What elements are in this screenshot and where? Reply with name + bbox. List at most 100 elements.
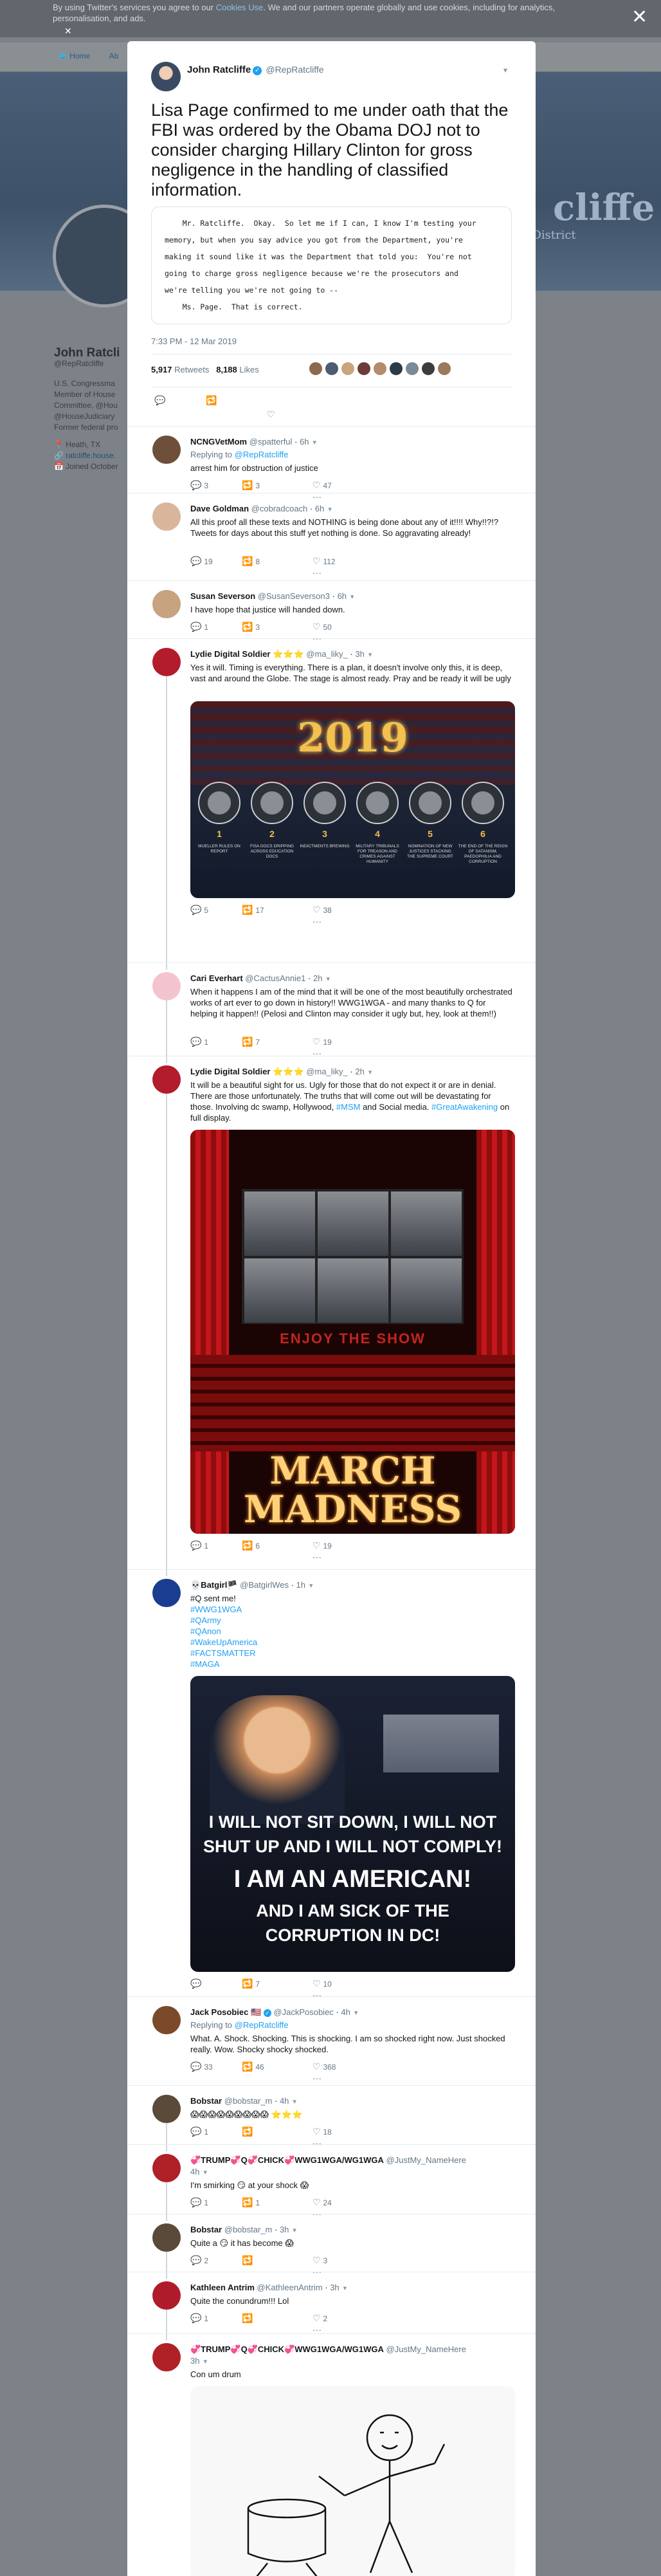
retweet-icon[interactable]: 🔁	[242, 556, 253, 566]
reply-icon[interactable]: 💬	[190, 2313, 201, 2323]
retweet-action[interactable]: 🔁 8	[242, 556, 260, 567]
reply-action[interactable]: 💬 1	[190, 2313, 208, 2324]
chevron-down-icon[interactable]: ▾	[503, 66, 507, 75]
reply-action[interactable]: 💬 1	[190, 2197, 208, 2208]
like-action[interactable]: ♡ 38	[312, 905, 332, 915]
reply-avatar[interactable]	[152, 1065, 181, 1094]
reply-icon[interactable]: 💬	[190, 556, 201, 566]
retweet-action[interactable]: 🔁	[242, 2313, 253, 2324]
reply-author-handle[interactable]: @cobradcoach	[251, 504, 308, 513]
retweet-action[interactable]: 🔁 17	[242, 905, 264, 915]
reply-author-handle[interactable]: @ma_liky_	[306, 1067, 348, 1076]
reply-author-handle[interactable]: @BatgirlWes	[240, 1580, 289, 1590]
like-icon[interactable]: ♡	[312, 1540, 321, 1550]
hashtag-link[interactable]: #WWG1WGA	[190, 1604, 515, 1615]
hashtag-link[interactable]: #GreatAwakening	[431, 1102, 498, 1112]
retweet-action[interactable]: 🔁 7	[242, 1978, 260, 1989]
reply-time[interactable]: 4h	[341, 2007, 350, 2017]
reply-author-handle[interactable]: @JackPosobiec	[273, 2007, 333, 2017]
reply-avatar[interactable]	[152, 2095, 181, 2123]
reply-icon[interactable]: 💬	[190, 1540, 201, 1550]
reply-time[interactable]: 6h	[338, 591, 347, 601]
reply-item[interactable]: Dave Goldman @cobradcoach · 6h ▾ All this …	[127, 493, 536, 580]
reply-item[interactable]: Bobstar @bobstar_m · 3h ▾ Quite a 😏 it has…	[127, 2214, 536, 2279]
like-action[interactable]: ♡ 19	[312, 1036, 332, 1047]
reply-avatar[interactable]	[152, 1579, 181, 1607]
like-icon[interactable]: ♡	[312, 905, 321, 915]
replying-to-handle[interactable]: @RepRatcliffe	[235, 450, 289, 459]
like-action[interactable]: ♡ 112	[312, 556, 336, 567]
reply-item[interactable]: Cari Everhart @CactusAnnie1 · 2h ▾ When it…	[127, 962, 536, 1063]
like-action[interactable]: ♡ 3	[312, 2255, 327, 2266]
reply-item[interactable]: 💞TRUMP💞Q💞CHICK💞WWG1WGA/WG1WGA @JustMy_Na…	[127, 2333, 536, 2576]
chevron-down-icon[interactable]: ▾	[328, 506, 332, 513]
reply-action[interactable]: 💬 5	[190, 905, 208, 915]
reply-time[interactable]: 2h	[355, 1067, 364, 1076]
reply-time[interactable]: 6h	[300, 437, 309, 446]
like-action[interactable]: ♡ 19	[312, 1540, 332, 1551]
tweet-image[interactable]: 2019 1 MUELLER RULES ON REPORT 2 FISA DOCS D…	[190, 701, 515, 898]
reply-icon[interactable]: 💬	[190, 480, 201, 490]
liker-avatar[interactable]	[374, 362, 386, 375]
chevron-down-icon[interactable]: ▾	[203, 2169, 207, 2176]
retweet-action[interactable]: 🔁 6	[242, 1540, 260, 1551]
liker-avatar[interactable]	[309, 362, 322, 375]
reply-item[interactable]: 💀Batgirl🏴 @BatgirlWes · 1h ▾ #Q sent me! #W…	[127, 1569, 536, 2000]
reply-icon[interactable]: 💬	[190, 2197, 201, 2207]
chevron-down-icon[interactable]: ▾	[350, 593, 354, 601]
reply-author-handle[interactable]: @KathleenAntrim	[257, 2283, 323, 2292]
hashtag-link[interactable]: #QAnon	[190, 1626, 515, 1637]
retweet-icon[interactable]: 🔁	[242, 2255, 253, 2265]
like-icon[interactable]: ♡	[267, 409, 275, 420]
modal-close-icon[interactable]: ✕	[631, 8, 647, 27]
reply-action[interactable]: 💬 3	[190, 480, 208, 491]
reply-avatar[interactable]	[152, 2343, 181, 2371]
retweet-icon[interactable]: 🔁	[242, 2126, 253, 2137]
reply-author-handle[interactable]: @ma_liky_	[306, 649, 348, 659]
retweet-icon[interactable]: 🔁	[242, 1036, 253, 1047]
author-name-line[interactable]: John Ratcliffe ✓ @RepRatcliffe	[187, 64, 324, 75]
retweet-icon[interactable]: 🔁	[206, 395, 217, 406]
chevron-down-icon[interactable]: ▾	[203, 2358, 207, 2366]
reply-icon[interactable]: 💬	[190, 2255, 201, 2265]
liker-avatar[interactable]	[325, 362, 338, 375]
liker-avatar[interactable]	[438, 362, 451, 375]
reply-author-name[interactable]: 💀Batgirl🏴	[190, 1580, 238, 1590]
reply-icon[interactable]: 💬	[190, 2061, 201, 2072]
reply-author-name[interactable]: Bobstar	[190, 2225, 222, 2234]
reply-item[interactable]: Susan Severson @SusanSeverson3 · 6h ▾ I ha…	[127, 580, 536, 643]
hashtag-link[interactable]: #MAGA	[190, 1659, 515, 1670]
retweet-action[interactable]: 🔁	[242, 2255, 253, 2266]
chevron-down-icon[interactable]: ▾	[354, 2009, 358, 2017]
like-icon[interactable]: ♡	[312, 556, 321, 566]
reply-author-name[interactable]: NCNGVetMom	[190, 437, 247, 446]
more-icon[interactable]: ···	[312, 2073, 321, 2083]
retweet-action[interactable]: 🔁 3	[242, 621, 260, 632]
more-icon[interactable]: ···	[312, 567, 321, 578]
reply-avatar[interactable]	[152, 590, 181, 618]
reply-time[interactable]: 1h	[296, 1580, 305, 1590]
reply-time[interactable]: 6h	[315, 504, 324, 513]
hashtag-link[interactable]: #MSM	[336, 1102, 361, 1112]
like-action[interactable]: ♡ 24	[312, 2197, 332, 2208]
liker-avatar[interactable]	[422, 362, 435, 375]
hashtag-link[interactable]: #QArmy	[190, 1615, 515, 1626]
retweet-icon[interactable]: 🔁	[242, 1978, 253, 1989]
reply-action[interactable]: 💬 1	[190, 1540, 208, 1551]
reply-item[interactable]: 💞TRUMP💞Q💞CHICK💞WWG1WGA/WG1WGA @JustMy_Na…	[127, 2144, 536, 2221]
reply-author-name[interactable]: 💞TRUMP💞Q💞CHICK💞WWG1WGA/WG1WGA	[190, 2155, 384, 2165]
reply-author-name[interactable]: 💞TRUMP💞Q💞CHICK💞WWG1WGA/WG1WGA	[190, 2344, 384, 2354]
like-action[interactable]: ♡ 10	[312, 1978, 332, 1989]
reply-author-handle[interactable]: @JustMy_NameHere	[386, 2155, 466, 2165]
cookie-link[interactable]: Cookies Use	[216, 3, 264, 12]
reply-item[interactable]: Jack Posobiec 🇺🇸 ✓ @JackPosobiec · 4h ▾ Re…	[127, 1996, 536, 2085]
reply-avatar[interactable]	[152, 436, 181, 464]
chevron-down-icon[interactable]: ▾	[368, 1069, 372, 1076]
reply-action[interactable]: 💬 2	[190, 2255, 208, 2266]
chevron-down-icon[interactable]: ▾	[293, 2098, 296, 2106]
retweet-icon[interactable]: 🔁	[242, 2197, 253, 2207]
reply-avatar[interactable]	[152, 2154, 181, 2182]
reply-author-name[interactable]: Cari Everhart	[190, 973, 243, 983]
hashtag-link[interactable]: #FACTSMATTER	[190, 1648, 515, 1659]
liker-avatar[interactable]	[390, 362, 403, 375]
